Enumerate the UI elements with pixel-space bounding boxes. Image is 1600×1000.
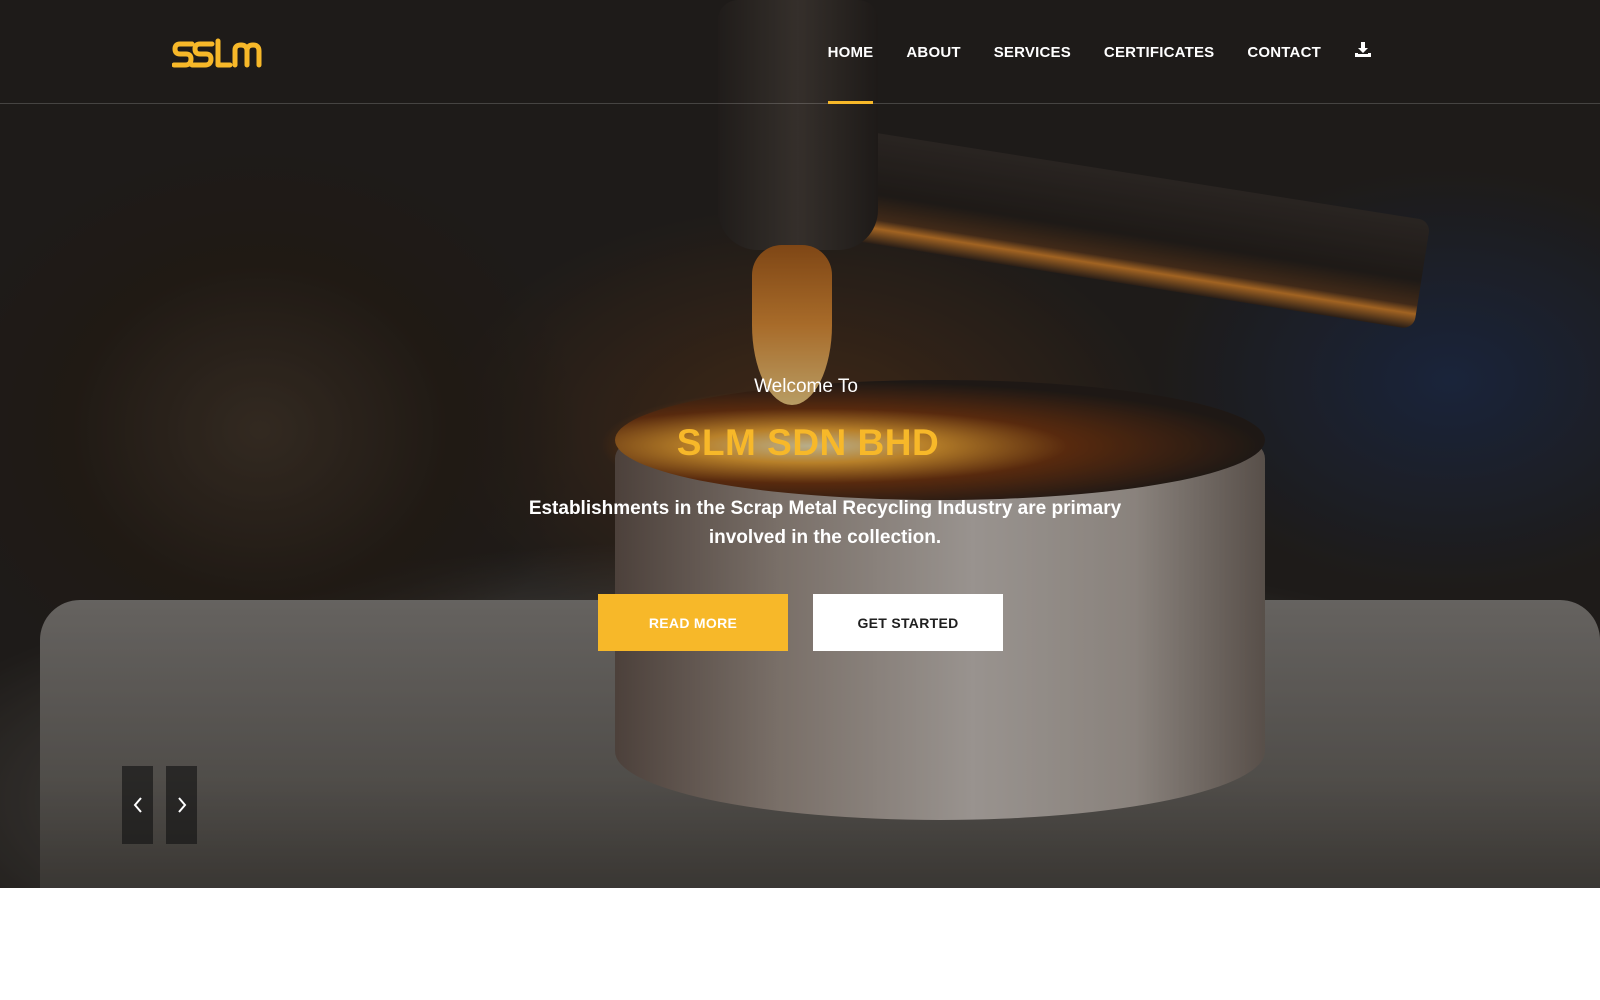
hero-title: SLM SDN BHD <box>676 422 940 463</box>
hero-description: Establishments in the Scrap Metal Recycl… <box>528 498 1122 548</box>
slider-prev-button[interactable] <box>122 766 153 844</box>
hero-content: Welcome To SLM SDN BHD Establishments in… <box>0 0 1600 888</box>
read-more-button[interactable]: READ MORE <box>598 594 788 651</box>
chevron-right-icon <box>177 797 186 813</box>
chevron-left-icon <box>133 797 142 813</box>
get-started-button[interactable]: GET STARTED <box>813 594 1003 651</box>
hero-welcome-text: Welcome To <box>754 376 858 397</box>
slider-next-button[interactable] <box>166 766 197 844</box>
